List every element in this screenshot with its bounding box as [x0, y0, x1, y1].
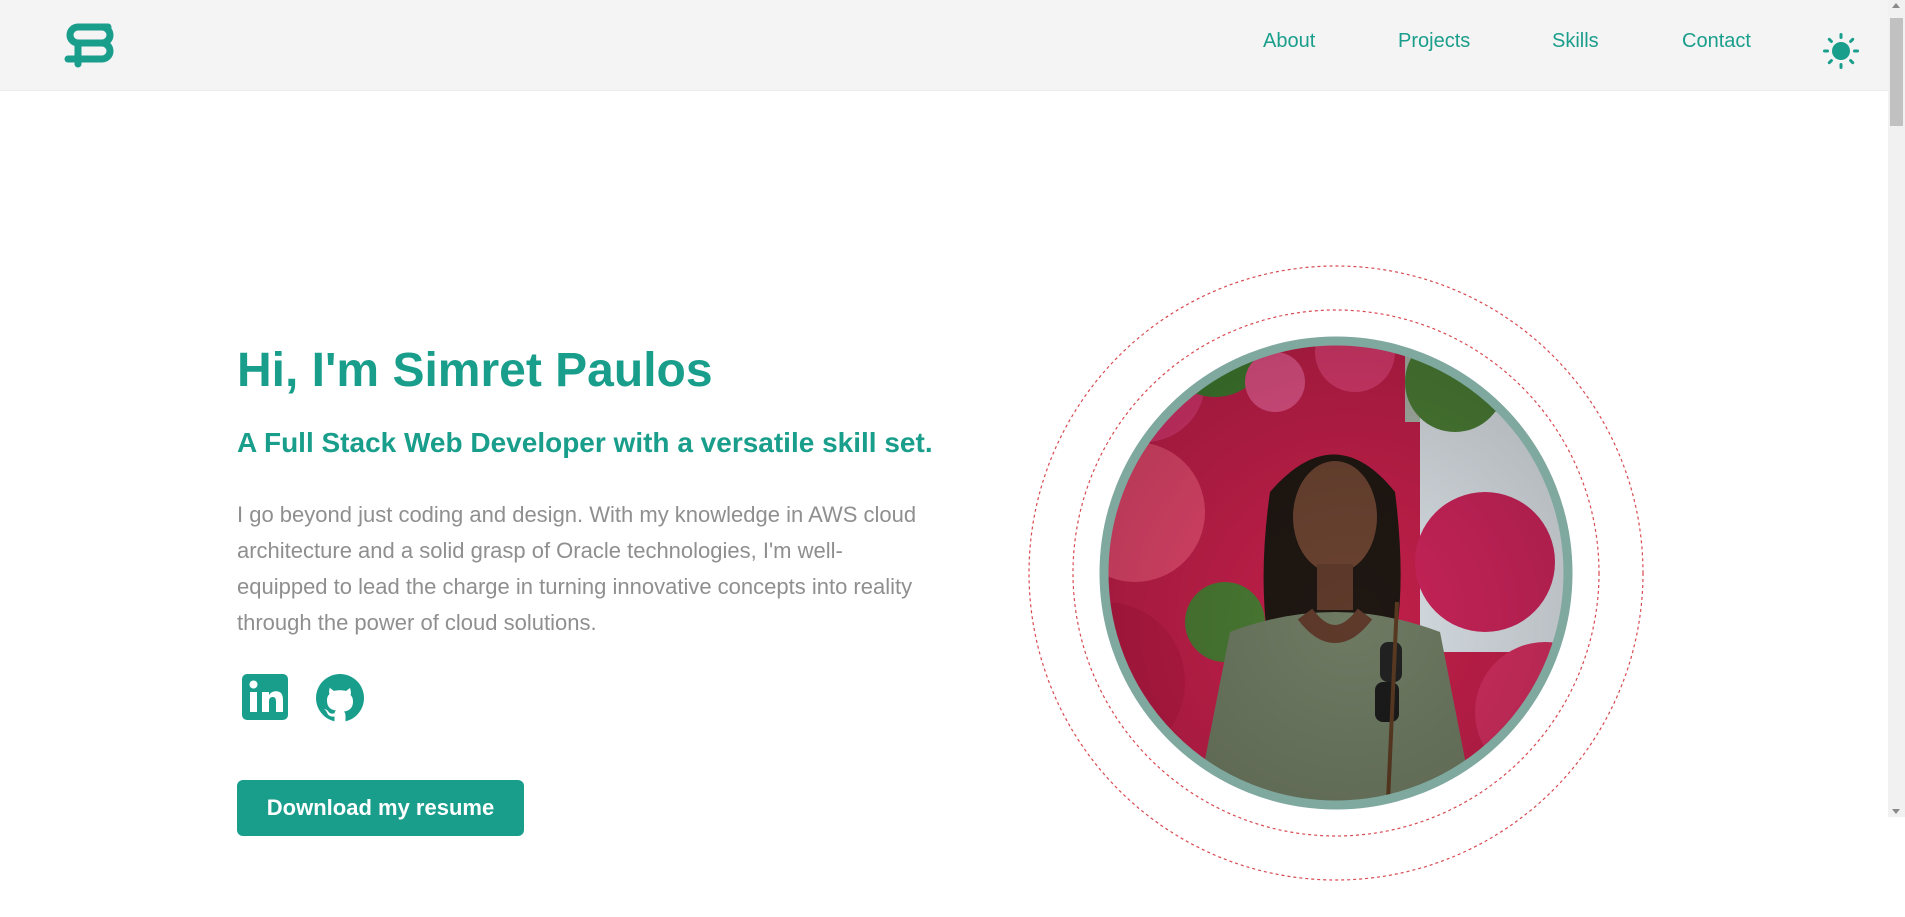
- logo-icon[interactable]: [62, 18, 118, 70]
- nav-projects-link[interactable]: Projects: [1398, 30, 1470, 53]
- scroll-down-arrow-icon[interactable]: [1892, 809, 1900, 814]
- portrait-container: [1025, 262, 1675, 912]
- hero-title: Hi, I'm Simret Paulos: [237, 344, 713, 397]
- nav-about-link[interactable]: About: [1263, 30, 1315, 53]
- navbar: About Projects Skills Contact: [0, 0, 1888, 91]
- scrollbar-thumb[interactable]: [1890, 18, 1903, 126]
- scroll-up-arrow-icon[interactable]: [1892, 3, 1900, 8]
- linkedin-icon[interactable]: [240, 672, 292, 724]
- hero-subtitle: A Full Stack Web Developer with a versat…: [237, 427, 933, 458]
- hero-description: I go beyond just coding and design. With…: [237, 502, 917, 635]
- nav-skills-link[interactable]: Skills: [1552, 30, 1599, 53]
- profile-photo: [1107, 344, 1565, 802]
- download-resume-button[interactable]: Download my resume: [237, 780, 524, 836]
- sun-icon[interactable]: [1823, 33, 1859, 69]
- github-icon[interactable]: [314, 672, 366, 724]
- scrollbar[interactable]: [1888, 0, 1905, 817]
- nav-contact-link[interactable]: Contact: [1682, 30, 1751, 53]
